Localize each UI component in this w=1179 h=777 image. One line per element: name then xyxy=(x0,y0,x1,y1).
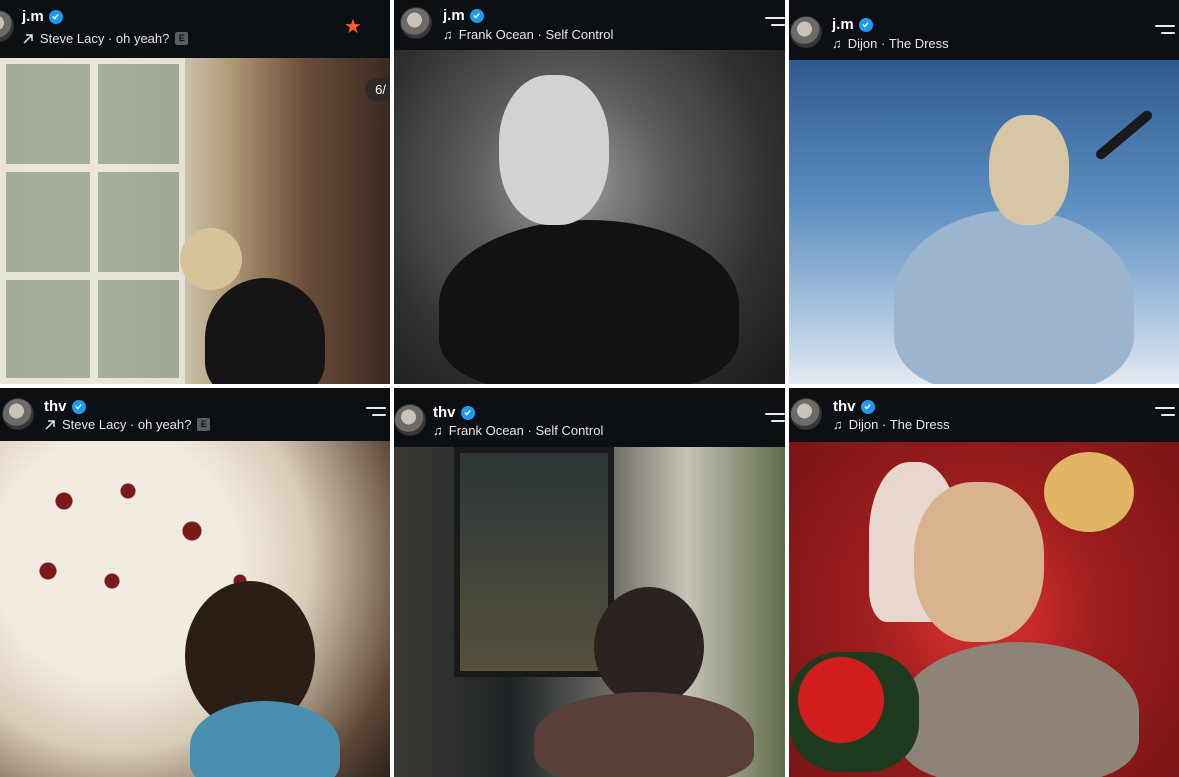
post-photo[interactable] xyxy=(789,442,1179,777)
music-note-icon: ♫ xyxy=(832,36,842,51)
person-head xyxy=(989,115,1069,225)
post-card[interactable]: thv Steve Lacy · oh yeah? E xyxy=(0,388,390,777)
post-photo[interactable] xyxy=(0,58,390,384)
person-head xyxy=(594,587,704,707)
post-header: j.m ♫ Frank Ocean · Self Control xyxy=(394,0,785,50)
track-row[interactable]: ♫ Dijon · The Dress xyxy=(833,417,950,432)
person-head xyxy=(499,75,609,225)
music-note-icon: ♫ xyxy=(433,423,443,438)
track-label: Steve Lacy · oh yeah? xyxy=(40,31,170,46)
avatar[interactable] xyxy=(0,10,14,42)
window-frame xyxy=(0,58,185,384)
username: thv xyxy=(833,398,856,415)
username: thv xyxy=(433,404,456,421)
post-card[interactable]: thv ♫ Dijon · The Dress xyxy=(789,388,1179,777)
person-figure xyxy=(205,278,325,384)
track-row[interactable]: Steve Lacy · oh yeah? E xyxy=(44,417,211,432)
person-head xyxy=(914,482,1044,642)
post-header: thv ♫ Frank Ocean · Self Control xyxy=(394,388,785,447)
post-card[interactable]: j.m ♫ Frank Ocean · Self Control xyxy=(394,0,785,384)
menu-icon[interactable] xyxy=(366,407,386,419)
avatar[interactable] xyxy=(394,404,426,436)
photo-counter: 6/ xyxy=(365,78,390,101)
username-link[interactable]: j.m xyxy=(832,16,873,33)
track-row[interactable]: ♫ Dijon · The Dress xyxy=(832,36,949,51)
menu-icon[interactable] xyxy=(765,17,785,29)
username-link[interactable]: thv xyxy=(433,404,475,421)
music-note-icon: ♫ xyxy=(833,417,843,432)
track-label: Dijon · The Dress xyxy=(847,36,949,51)
person-figure xyxy=(899,642,1139,777)
microphone xyxy=(1093,108,1155,162)
post-header: thv Steve Lacy · oh yeah? E xyxy=(0,388,390,441)
verified-badge-icon xyxy=(860,399,875,414)
track-row[interactable]: ♫ Frank Ocean · Self Control xyxy=(443,27,613,42)
music-note-icon: ♫ xyxy=(443,27,453,42)
verified-badge-icon xyxy=(858,17,873,32)
avatar[interactable] xyxy=(400,7,432,39)
verified-badge-icon xyxy=(71,399,86,414)
flower-art-right xyxy=(1044,452,1134,532)
window-pane xyxy=(454,447,614,677)
username: thv xyxy=(44,398,67,415)
post-card[interactable]: thv ♫ Frank Ocean · Self Control xyxy=(394,388,785,777)
person-figure xyxy=(439,220,739,384)
track-label: Dijon · The Dress xyxy=(848,417,950,432)
username-link[interactable]: j.m xyxy=(443,7,484,24)
menu-icon[interactable] xyxy=(1155,407,1175,419)
bouquet xyxy=(789,652,919,772)
menu-icon[interactable] xyxy=(765,413,785,425)
arrow-up-right-icon xyxy=(45,419,55,430)
person-figure xyxy=(534,692,754,777)
username-link[interactable]: j.m xyxy=(22,8,63,25)
track-row[interactable]: Steve Lacy · oh yeah? E xyxy=(22,31,189,46)
explicit-badge: E xyxy=(197,418,211,431)
post-card[interactable]: j.m Steve Lacy · oh yeah? E ★ 6/ xyxy=(0,0,390,384)
track-label: Steve Lacy · oh yeah? xyxy=(62,417,192,432)
post-photo[interactable] xyxy=(0,441,390,777)
post-photo[interactable] xyxy=(394,50,785,384)
post-header: thv ♫ Dijon · The Dress xyxy=(789,388,1179,442)
person-figure xyxy=(894,210,1134,384)
post-photo[interactable] xyxy=(394,447,785,777)
avatar[interactable] xyxy=(2,398,34,430)
post-header: j.m Steve Lacy · oh yeah? E ★ xyxy=(0,0,390,58)
person-figure xyxy=(190,701,340,777)
verified-badge-icon xyxy=(48,9,63,24)
avatar[interactable] xyxy=(790,16,822,48)
arrow-up-right-icon xyxy=(23,33,33,44)
post-photo[interactable] xyxy=(789,60,1179,384)
person-head xyxy=(180,228,242,290)
explicit-badge: E xyxy=(175,32,189,45)
username: j.m xyxy=(832,16,854,33)
username-link[interactable]: thv xyxy=(44,398,86,415)
username: j.m xyxy=(443,7,465,24)
track-label: Frank Ocean · Self Control xyxy=(448,423,604,438)
menu-icon[interactable] xyxy=(1155,25,1175,37)
avatar[interactable] xyxy=(790,398,822,430)
post-card[interactable]: j.m ♫ Dijon · The Dress xyxy=(789,0,1179,384)
post-header: j.m ♫ Dijon · The Dress xyxy=(789,0,1179,60)
track-label: Frank Ocean · Self Control xyxy=(458,27,614,42)
username-link[interactable]: thv xyxy=(833,398,875,415)
star-icon[interactable]: ★ xyxy=(344,14,362,39)
track-row[interactable]: ♫ Frank Ocean · Self Control xyxy=(433,423,603,438)
verified-badge-icon xyxy=(469,8,484,23)
username: j.m xyxy=(22,8,44,25)
verified-badge-icon xyxy=(460,405,475,420)
